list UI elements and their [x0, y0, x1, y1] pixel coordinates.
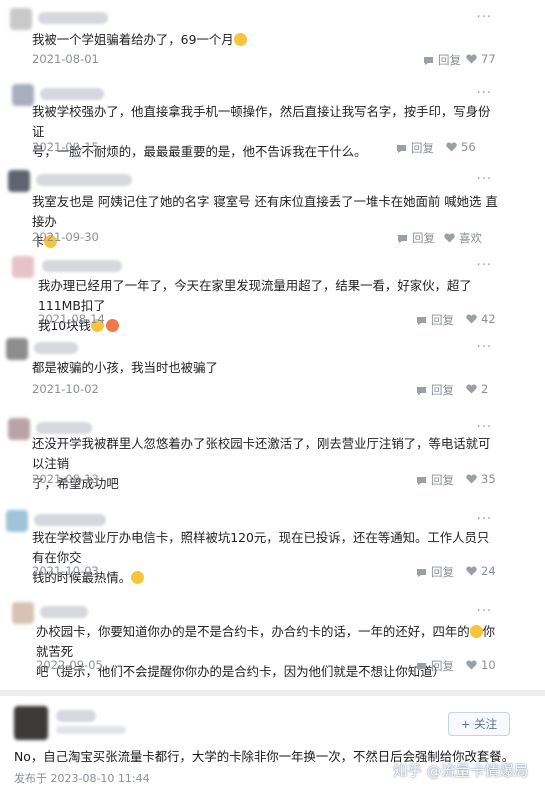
- more-options-icon[interactable]: ···: [477, 86, 492, 101]
- reply-icon: [424, 56, 433, 65]
- avatar[interactable]: [12, 256, 34, 278]
- heart-icon: [466, 474, 477, 484]
- author-avatar[interactable]: [14, 706, 48, 740]
- like-button[interactable]: 35: [466, 472, 496, 486]
- reply-button[interactable]: 回复: [397, 230, 435, 246]
- smile-emoji-icon: [233, 33, 247, 46]
- comment-card-1: ··· 我被一个学姐骗着给办了，69一个月 2021-08-01 回复 77: [6, 4, 500, 72]
- heart-icon: [446, 142, 457, 152]
- like-button[interactable]: 42: [466, 312, 496, 326]
- watermark: 知乎 @流量卡情爆局: [393, 764, 529, 780]
- answer-post-time: 发布于 2023-08-10 11:44: [14, 772, 150, 785]
- reply-button[interactable]: 回复: [416, 564, 454, 580]
- username-blurred[interactable]: [38, 12, 108, 24]
- smile-emoji-icon: [131, 571, 145, 584]
- comment-card-6: ··· 还没开学我被群里人忽悠着办了张校园卡还激活了，刚去营业厅注销了，等电话就…: [6, 414, 500, 492]
- like-button[interactable]: 喜欢: [444, 230, 482, 246]
- reply-icon: [417, 386, 426, 395]
- username-blurred[interactable]: [36, 422, 92, 434]
- username-blurred[interactable]: [42, 260, 122, 272]
- author-name-blurred[interactable]: [56, 710, 96, 722]
- more-options-icon[interactable]: ···: [477, 10, 492, 25]
- reply-icon: [398, 234, 407, 243]
- reply-icon: [417, 568, 426, 577]
- heart-icon: [466, 314, 477, 324]
- avatar[interactable]: [8, 418, 30, 440]
- username-blurred[interactable]: [34, 342, 78, 354]
- comment-date: 2021-08-14: [38, 312, 105, 326]
- angry-emoji-icon: [105, 319, 119, 332]
- avatar[interactable]: [8, 170, 30, 192]
- follow-button[interactable]: + 关注: [448, 712, 510, 736]
- username-blurred[interactable]: [36, 174, 132, 186]
- comment-card-2: ··· 我被学校强办了，他直接拿我手机一顿操作，然后直接让我写名字，按手印，写身…: [6, 78, 500, 159]
- comment-card-8: ··· 办校园卡，你要知道你办的是不是合约卡，办合约卡的话，一年的还好，四年的你…: [6, 598, 500, 679]
- like-button[interactable]: 10: [466, 658, 496, 672]
- reply-button[interactable]: 回复: [416, 382, 454, 398]
- reply-icon: [417, 662, 426, 671]
- author-bio-blurred: [56, 726, 126, 734]
- comment-text: 都是被骗的小孩，我当时也被骗了: [32, 360, 218, 375]
- comment-date: 2022-09-05: [36, 658, 103, 672]
- avatar[interactable]: [12, 84, 34, 106]
- comment-card-3: ··· 我室友也是 阿姨记住了她的名字 寝室号 还有床位直接丢了一堆卡在她面前 …: [6, 164, 500, 249]
- like-button[interactable]: 2: [466, 382, 488, 396]
- comment-date: 2021-10-02: [32, 382, 99, 396]
- more-options-icon[interactable]: ···: [477, 512, 492, 527]
- reply-button[interactable]: 回复: [396, 140, 434, 156]
- reply-icon: [417, 316, 426, 325]
- comment-date: 2021-10-03: [32, 564, 99, 578]
- more-options-icon[interactable]: ···: [477, 420, 492, 435]
- more-options-icon[interactable]: ···: [477, 258, 492, 273]
- heart-icon: [444, 233, 455, 243]
- heart-icon: [466, 566, 477, 576]
- heart-icon: [466, 384, 477, 394]
- comment-card-5: ··· 都是被骗的小孩，我当时也被骗了 2021-10-02 回复 2: [6, 334, 500, 398]
- more-options-icon[interactable]: ···: [477, 604, 492, 619]
- avatar[interactable]: [6, 510, 28, 532]
- like-button[interactable]: 56: [446, 140, 476, 154]
- avatar[interactable]: [12, 602, 34, 624]
- comment-date: 2021-09-15: [32, 140, 99, 154]
- comment-card-4: ··· 我办理已经用了一年了，今天在家里发现流量用超了，结果一看，好家伙，超了1…: [6, 252, 500, 333]
- section-divider: [0, 690, 545, 696]
- reply-icon: [397, 144, 406, 153]
- reply-button[interactable]: 回复: [416, 312, 454, 328]
- like-button[interactable]: 24: [466, 564, 496, 578]
- comment-text: 我被一个学姐骗着给办了，69一个月: [32, 30, 247, 50]
- reply-button[interactable]: 回复: [416, 658, 454, 674]
- reply-button[interactable]: 回复: [423, 52, 461, 68]
- comment-date: 2021-08-13: [32, 472, 99, 486]
- smile-emoji-icon: [469, 625, 483, 638]
- username-blurred[interactable]: [40, 88, 104, 100]
- avatar[interactable]: [6, 338, 28, 360]
- heart-icon: [466, 660, 477, 670]
- avatar[interactable]: [10, 8, 32, 30]
- comment-date: 2021-09-30: [32, 230, 99, 244]
- username-blurred[interactable]: [40, 606, 88, 618]
- comment-date: 2021-08-01: [32, 52, 99, 66]
- more-options-icon[interactable]: ···: [477, 340, 492, 355]
- reply-button[interactable]: 回复: [416, 472, 454, 488]
- more-options-icon[interactable]: ···: [477, 172, 492, 187]
- username-blurred[interactable]: [34, 514, 106, 526]
- reply-icon: [417, 476, 426, 485]
- like-button[interactable]: 77: [466, 52, 496, 66]
- heart-icon: [466, 54, 477, 64]
- comment-card-7: ··· 我在学校营业厅办电信卡，照样被坑120元，现在已投诉，还在等通知。工作人…: [6, 506, 500, 586]
